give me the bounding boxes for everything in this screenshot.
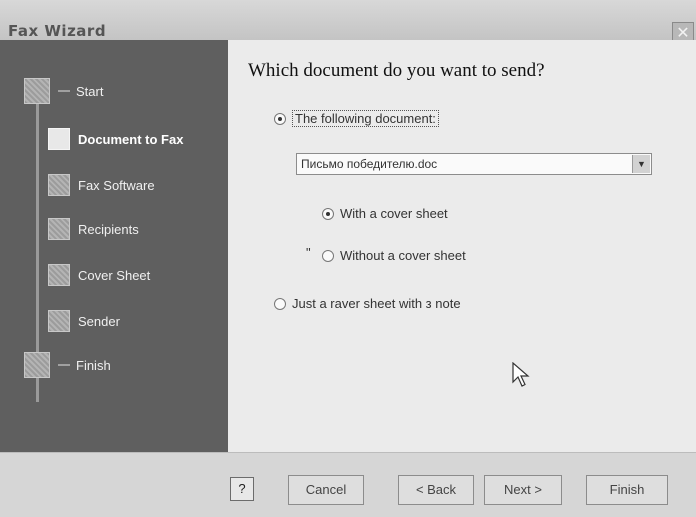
- step-cover-sheet[interactable]: Cover Sheet: [48, 262, 150, 288]
- step-label: Start: [76, 83, 104, 99]
- chevron-down-icon[interactable]: ▼: [632, 155, 650, 173]
- wizard-content-panel: Which document do you want to send? The …: [228, 40, 696, 452]
- step-recipients[interactable]: Recipients: [48, 216, 139, 242]
- radio-selected-icon[interactable]: [322, 207, 334, 220]
- step-label: Document to Fax: [78, 131, 184, 147]
- radio-with-cover-sheet[interactable]: With a cover sheet: [322, 206, 448, 221]
- cancel-button[interactable]: Cancel: [288, 475, 364, 505]
- radio-selected-icon[interactable]: [274, 112, 286, 125]
- step-marker-icon: [48, 128, 70, 150]
- finish-button[interactable]: Finish: [586, 475, 668, 505]
- window-title: Fax Wizard: [8, 22, 107, 40]
- step-finish[interactable]: Finish: [24, 352, 111, 378]
- step-connector-tick: [58, 364, 70, 366]
- step-label: Fax Software: [78, 177, 155, 193]
- page-heading: Which document do you want to send?: [248, 60, 545, 81]
- radio-without-cover-sheet[interactable]: Without a cover sheet: [322, 248, 466, 263]
- radio-empty-icon[interactable]: [322, 249, 334, 262]
- radio-empty-icon[interactable]: [274, 297, 286, 310]
- step-connector-tick: [58, 90, 70, 92]
- mouse-pointer-icon: [512, 362, 530, 387]
- radio-label: With a cover sheet: [340, 206, 448, 221]
- wizard-steps-sidebar: Start Document to Fax Fax Software Recip…: [0, 40, 228, 452]
- step-label: Sender: [78, 313, 120, 329]
- radio-just-cover-sheet[interactable]: Just a raver sheet with з note: [274, 296, 461, 311]
- step-fax-software[interactable]: Fax Software: [48, 172, 155, 198]
- step-marker-icon: [24, 78, 50, 104]
- step-start[interactable]: Start: [24, 78, 103, 104]
- step-label: Cover Sheet: [78, 267, 151, 283]
- wizard-footer: ? Cancel < Back Next > Finish: [0, 452, 696, 517]
- title-bar: Fax Wizard ✕: [0, 0, 696, 44]
- step-marker-icon: [48, 218, 70, 240]
- radio-label: Just a raver sheet with з note: [292, 296, 461, 311]
- step-label: Recipients: [78, 221, 139, 237]
- back-button[interactable]: < Back: [398, 475, 474, 505]
- step-marker-icon: [48, 174, 70, 196]
- next-button[interactable]: Next >: [484, 475, 562, 505]
- stray-mark: ": [306, 245, 311, 260]
- radio-label: The following document:: [292, 110, 439, 127]
- help-button[interactable]: ?: [230, 477, 254, 501]
- step-marker-icon: [48, 310, 70, 332]
- document-select-value: Письмо победителю.doc: [301, 157, 438, 171]
- step-sender[interactable]: Sender: [48, 308, 120, 334]
- radio-label: Without a cover sheet: [340, 248, 466, 263]
- step-marker-icon: [48, 264, 70, 286]
- document-select[interactable]: Письмо победителю.doc ▼: [296, 153, 652, 175]
- step-label: Finish: [76, 357, 111, 373]
- step-document-to-fax[interactable]: Document to Fax: [48, 126, 183, 152]
- step-marker-icon: [24, 352, 50, 378]
- radio-following-document[interactable]: The following document:: [274, 110, 439, 127]
